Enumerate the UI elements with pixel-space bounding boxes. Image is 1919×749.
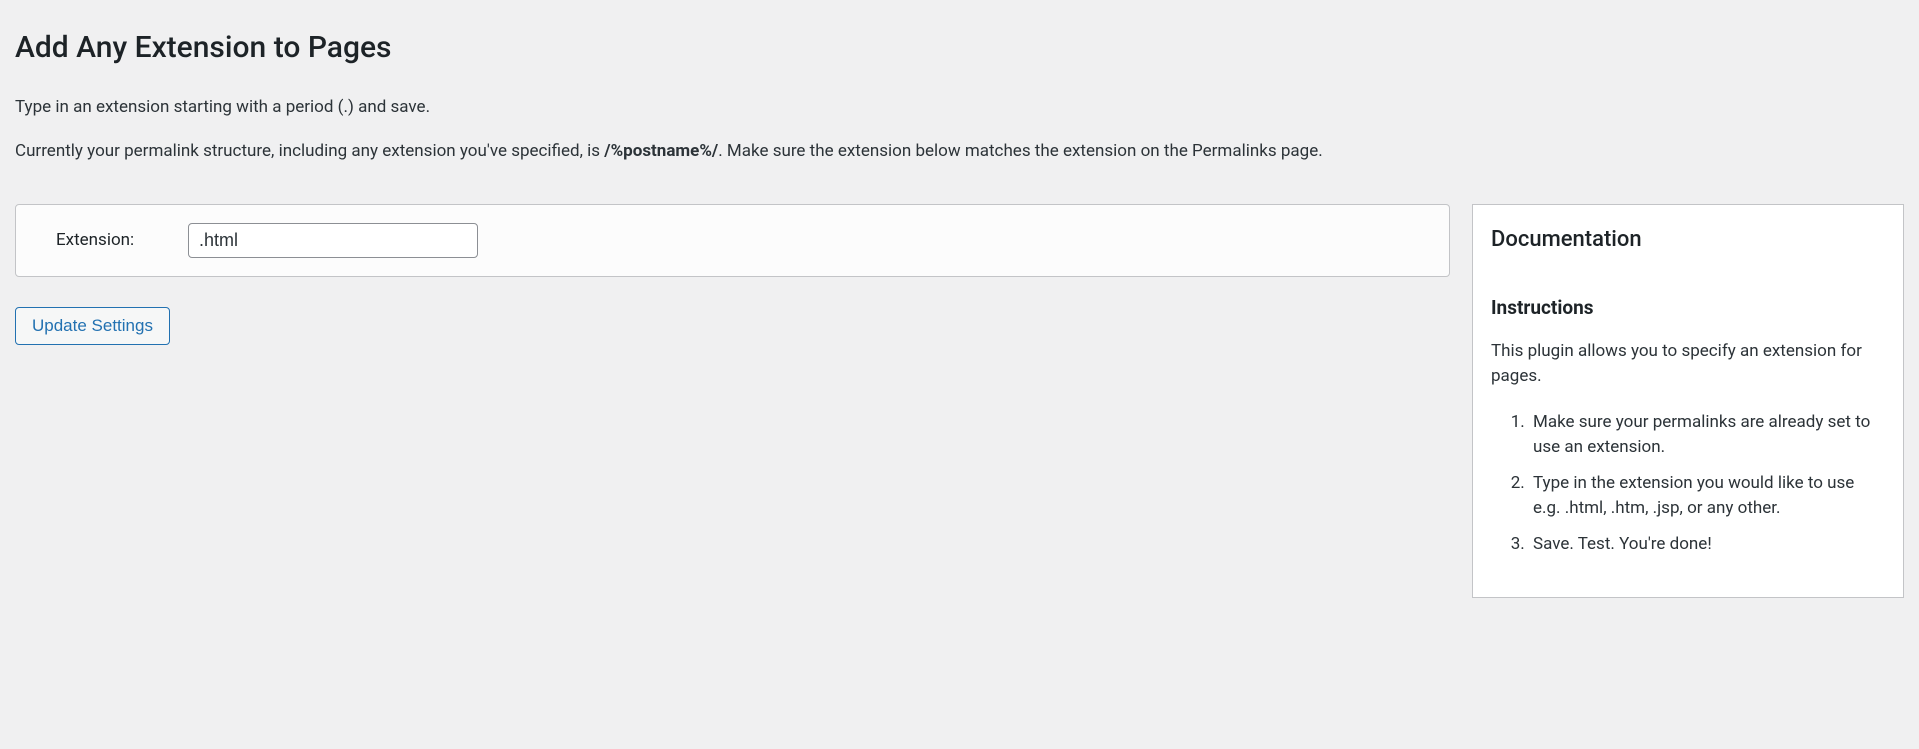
- page-title: Add Any Extension to Pages: [15, 25, 1904, 70]
- instructions-list: Make sure your permalinks are already se…: [1491, 410, 1885, 558]
- documentation-heading: Documentation: [1491, 223, 1885, 256]
- instruction-step: Save. Test. You're done!: [1529, 532, 1885, 558]
- intro-block: Type in an extension starting with a per…: [15, 95, 1904, 164]
- instruction-step: Type in the extension you would like to …: [1529, 471, 1885, 522]
- intro-line-2a: Currently your permalink structure, incl…: [15, 141, 604, 161]
- intro-line-2: Currently your permalink structure, incl…: [15, 139, 1904, 165]
- intro-line-1: Type in an extension starting with a per…: [15, 95, 1904, 121]
- instruction-step: Make sure your permalinks are already se…: [1529, 410, 1885, 461]
- instructions-heading: Instructions: [1491, 294, 1885, 323]
- extension-label: Extension:: [38, 228, 148, 254]
- intro-line-2b: . Make sure the extension below matches …: [718, 141, 1322, 161]
- update-settings-button[interactable]: Update Settings: [15, 307, 170, 345]
- permalink-structure: /%postname%/: [604, 141, 718, 161]
- extension-input[interactable]: [188, 223, 478, 258]
- documentation-box: Documentation Instructions This plugin a…: [1472, 204, 1904, 598]
- extension-row: Extension:: [38, 223, 1427, 258]
- main-column: Extension: Update Settings: [15, 204, 1450, 345]
- extension-form-box: Extension:: [15, 204, 1450, 277]
- instructions-desc: This plugin allows you to specify an ext…: [1491, 339, 1885, 390]
- sidebar-column: Documentation Instructions This plugin a…: [1472, 204, 1904, 598]
